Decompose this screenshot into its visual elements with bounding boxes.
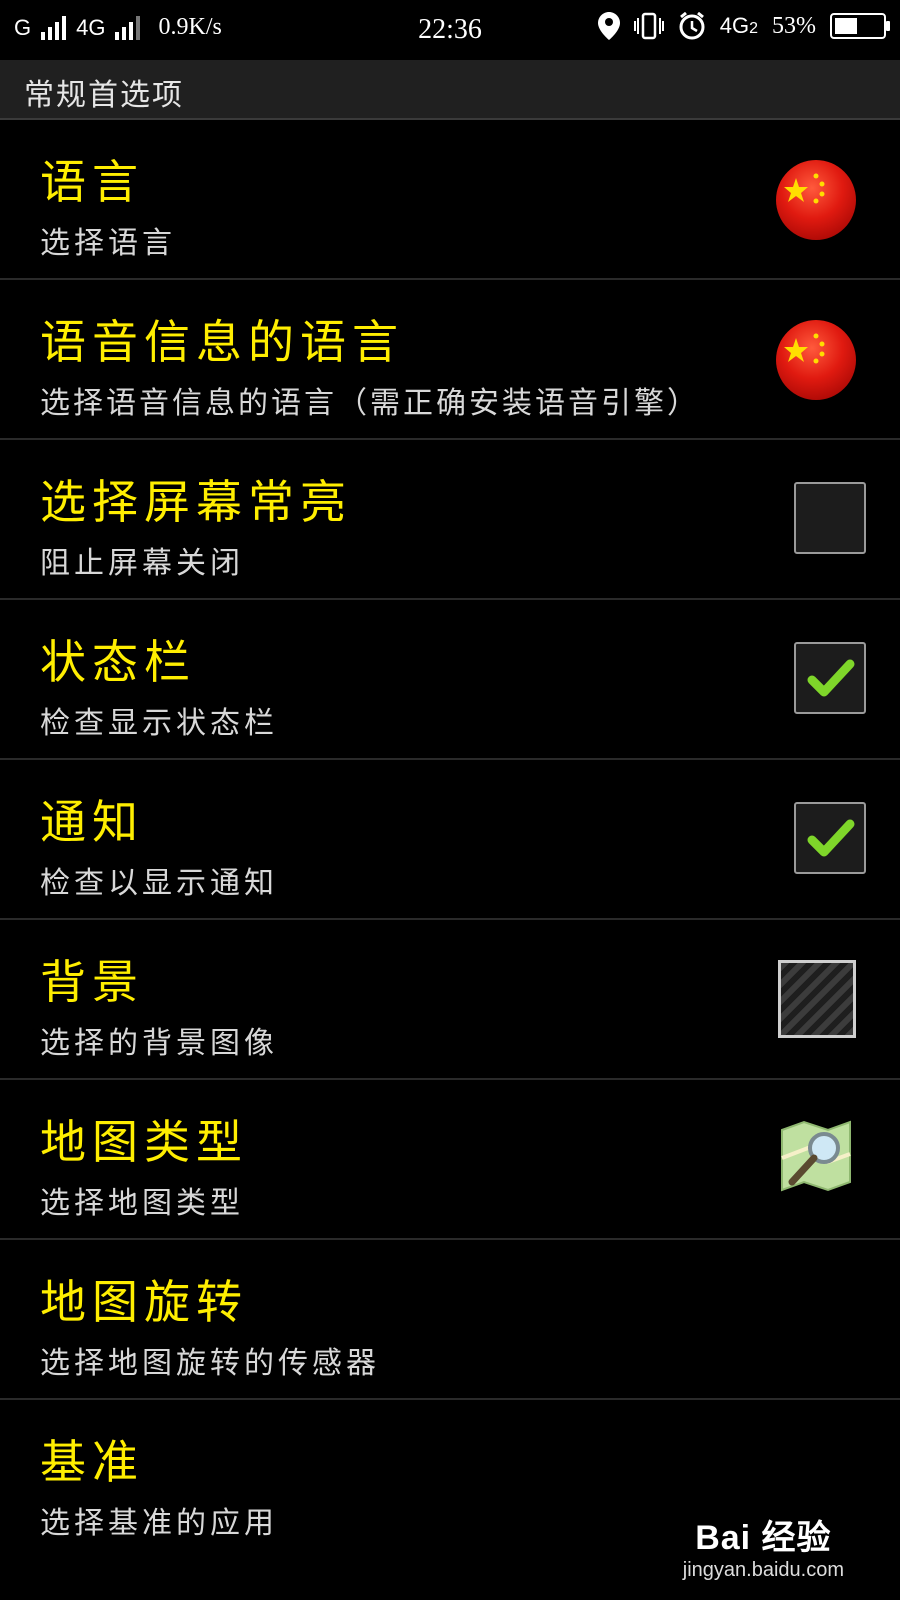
status-bar-right: 4G2 53% xyxy=(597,12,890,40)
pref-notification[interactable]: 通知 检查以显示通知 xyxy=(0,760,900,920)
pref-title: 背景 xyxy=(40,955,144,1009)
location-icon xyxy=(597,12,620,40)
pref-title: 地图旋转 xyxy=(40,1275,248,1329)
pref-background[interactable]: 背景 选择的背景图像 xyxy=(0,920,900,1080)
status-bar: G 4G 0.9K/s 22:36 4G2 53% xyxy=(0,0,900,60)
pref-language[interactable]: 语言 选择语言 xyxy=(0,120,900,280)
pref-subtitle: 阻止屏幕关闭 xyxy=(40,546,244,581)
network-4g-label: 4G2 xyxy=(720,13,758,39)
pref-map-rotation[interactable]: 地图旋转 选择地图旋转的传感器 xyxy=(0,1240,900,1400)
baidu-watermark: Bai 经验 jingyan.baidu.com xyxy=(683,1510,844,1582)
battery-icon xyxy=(830,13,890,39)
pref-voice-language[interactable]: 语音信息的语言 选择语音信息的语言（需正确安装语音引擎） xyxy=(0,280,900,440)
notification-checkbox[interactable] xyxy=(794,802,866,874)
pref-status-bar[interactable]: 状态栏 检查显示状态栏 xyxy=(0,600,900,760)
keep-screen-on-checkbox[interactable] xyxy=(794,482,866,554)
china-flag-icon[interactable] xyxy=(776,320,856,400)
vibrate-icon xyxy=(633,12,664,40)
pref-title: 语言 xyxy=(40,155,144,209)
pref-subtitle: 检查以显示通知 xyxy=(40,866,278,901)
watermark-logo: Bai 经验 xyxy=(695,1519,832,1557)
pref-subtitle: 选择的背景图像 xyxy=(40,1026,278,1061)
pref-title: 通知 xyxy=(40,795,144,849)
pref-subtitle: 选择地图旋转的传感器 xyxy=(40,1346,380,1381)
background-swatch[interactable] xyxy=(778,960,856,1038)
battery-fill xyxy=(835,18,857,34)
pref-subtitle: 选择语言 xyxy=(40,226,176,261)
pref-title: 状态栏 xyxy=(40,635,196,689)
section-header: 常规首选项 xyxy=(0,60,900,120)
pref-title: 基准 xyxy=(40,1435,144,1489)
network-4g-text: 4G xyxy=(719,13,750,38)
pref-title: 语音信息的语言 xyxy=(40,315,404,369)
section-title: 常规首选项 xyxy=(24,78,184,113)
alarm-icon xyxy=(679,12,705,40)
pref-keep-screen-on[interactable]: 选择屏幕常亮 阻止屏幕关闭 xyxy=(0,440,900,600)
pref-subtitle: 选择地图类型 xyxy=(40,1186,244,1221)
checkmark-icon xyxy=(807,819,855,857)
pref-subtitle: 检查显示状态栏 xyxy=(40,706,278,741)
china-flag-icon[interactable] xyxy=(776,160,856,240)
checkmark-icon xyxy=(807,659,855,697)
sim-slot-label: 2 xyxy=(749,20,758,37)
pref-subtitle: 选择语音信息的语言（需正确安装语音引擎） xyxy=(40,386,700,421)
watermark-url: jingyan.baidu.com xyxy=(682,1559,844,1581)
pref-map-type[interactable]: 地图类型 选择地图类型 xyxy=(0,1080,900,1240)
pref-subtitle: 选择基准的应用 xyxy=(40,1506,278,1541)
pref-title: 选择屏幕常亮 xyxy=(40,475,352,529)
status-bar-checkbox[interactable] xyxy=(794,642,866,714)
battery-percent: 53% xyxy=(772,12,816,39)
map-search-icon[interactable] xyxy=(778,1118,854,1194)
preferences-list: 语言 选择语言 语音信息的语言 选择语音信息的语言（需正确安装语音引擎） 选择屏… xyxy=(0,120,900,1560)
pref-title: 地图类型 xyxy=(40,1115,248,1169)
